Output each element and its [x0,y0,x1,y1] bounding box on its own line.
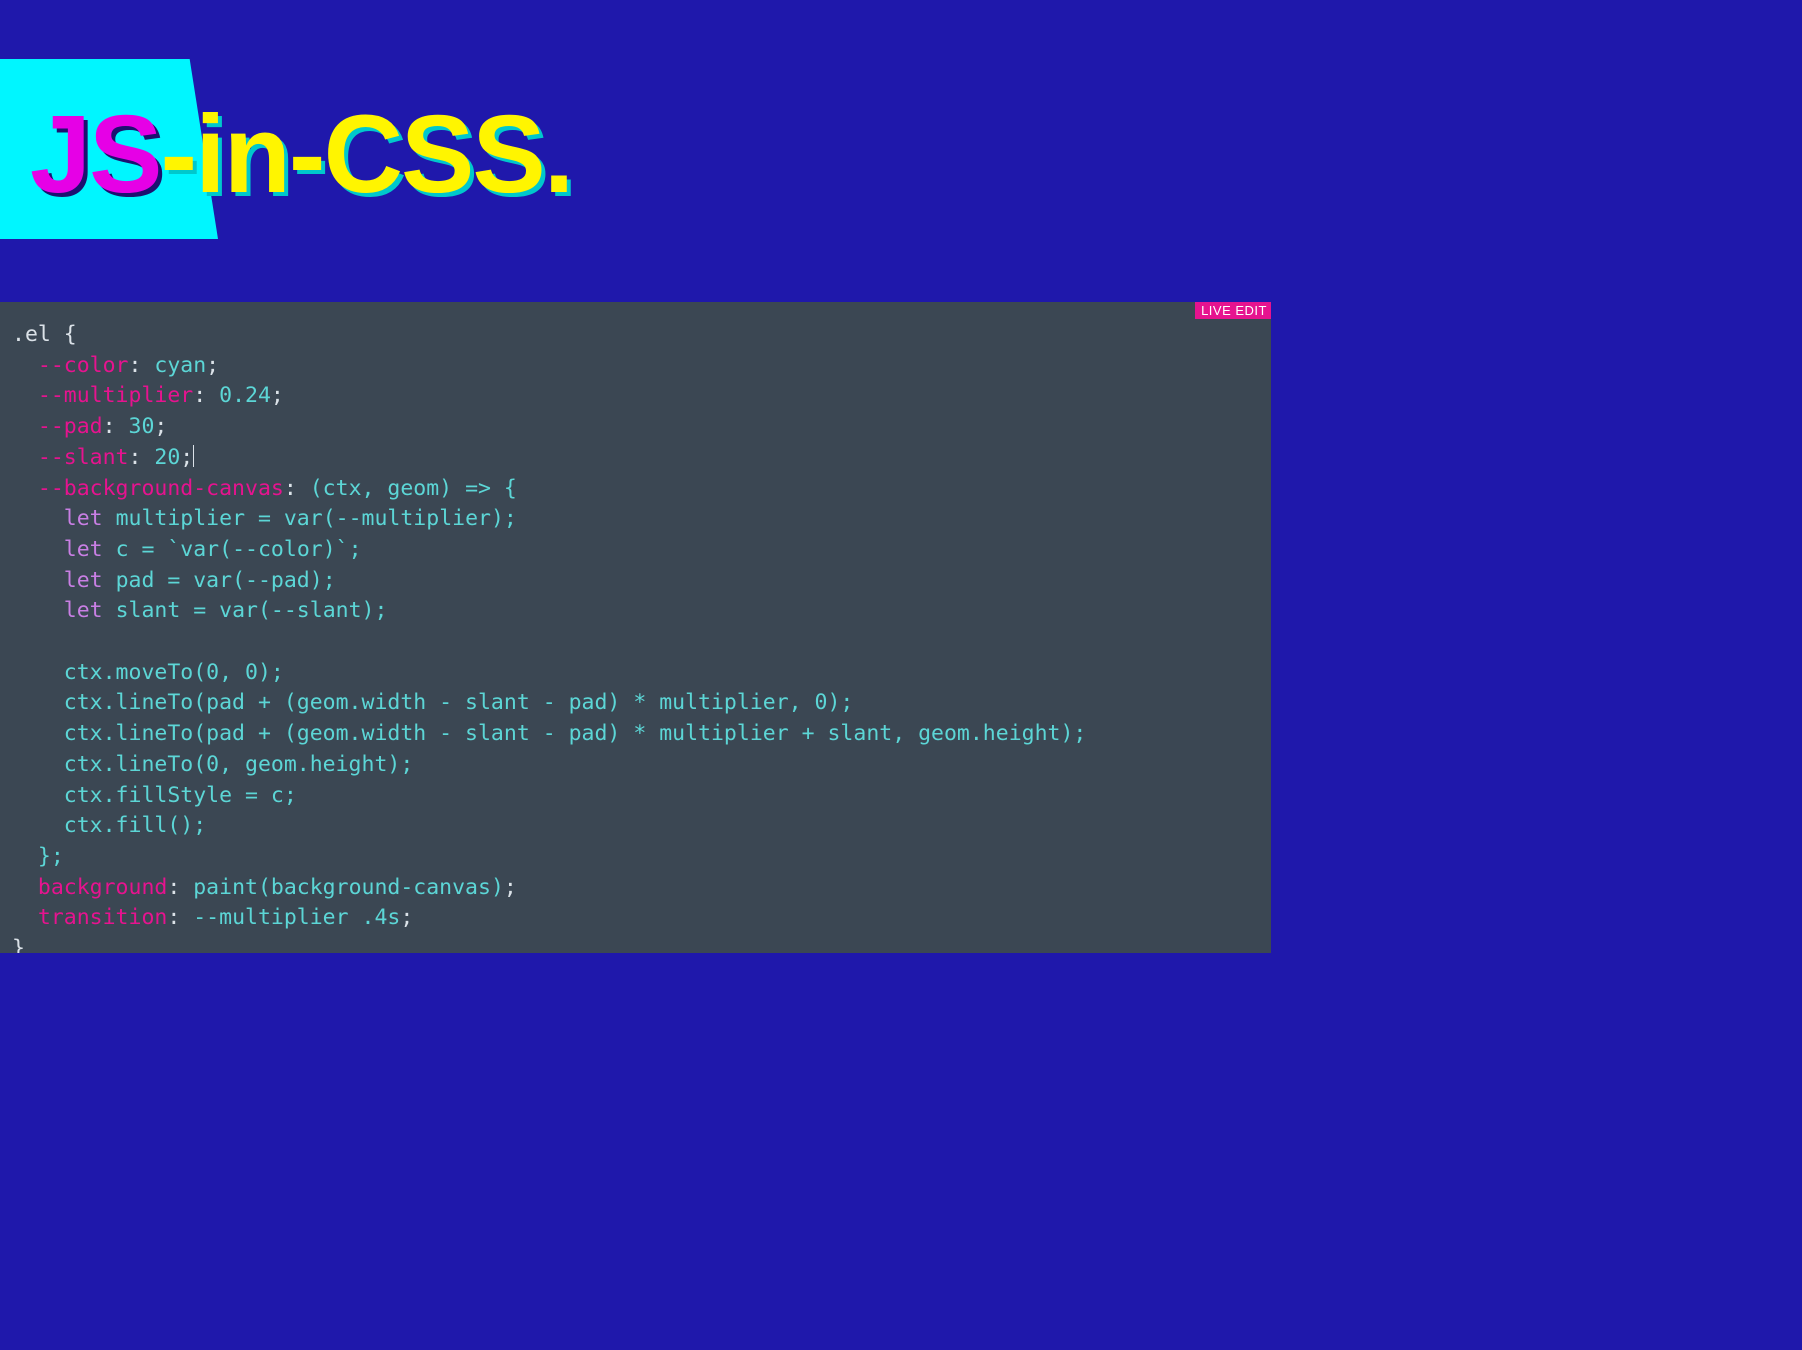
title-part-js: JS [30,93,161,216]
live-edit-badge[interactable]: LIVE EDIT [1195,302,1271,319]
title-part-in-css: -in-CSS. [161,93,573,216]
code-selector: .el [12,322,51,347]
slide-root: JS-in-CSS. LIVE EDIT .el { --color: cyan… [0,0,1271,953]
text-cursor [193,445,194,467]
slide-title: JS-in-CSS. [30,100,572,210]
hero-area: JS-in-CSS. [0,0,1271,302]
code-editor[interactable]: .el { --color: cyan; --multiplier: 0.24;… [0,302,1271,953]
